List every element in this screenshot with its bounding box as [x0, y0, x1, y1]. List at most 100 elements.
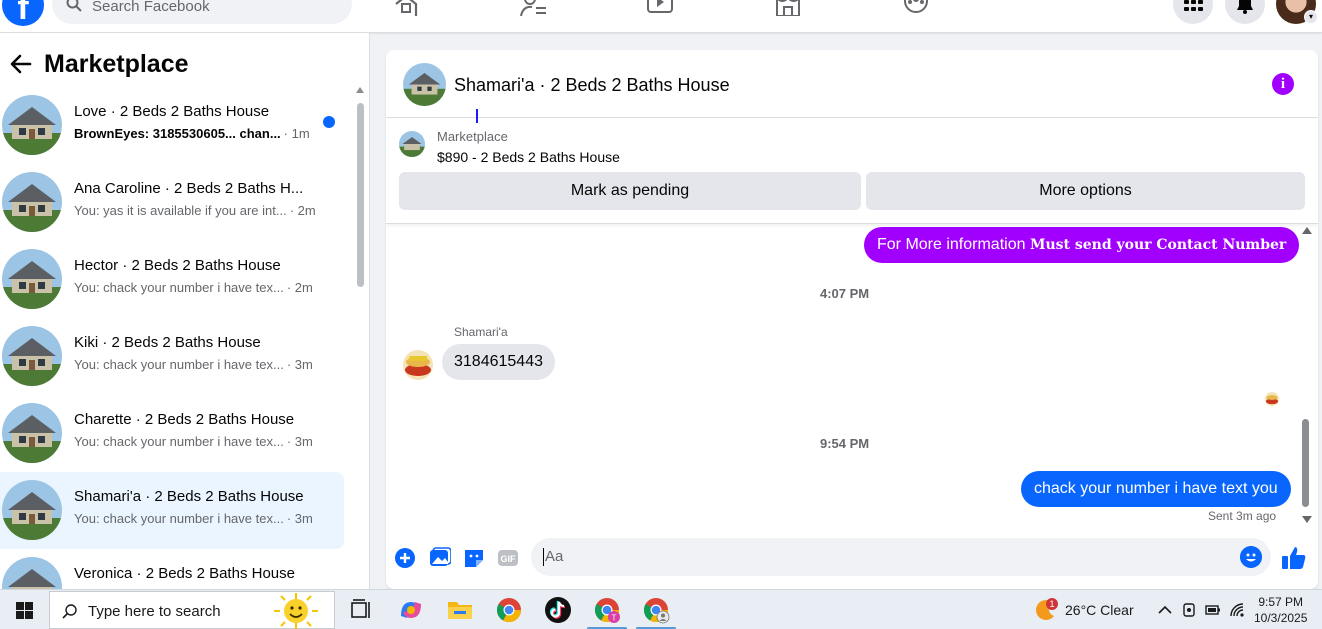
home-icon[interactable] — [392, 0, 420, 16]
conversation-item[interactable]: Veronica · 2 Beds 2 Baths House — [0, 549, 344, 589]
scrollbar-thumb[interactable] — [357, 103, 364, 287]
sticker-icon[interactable] — [463, 547, 485, 569]
file-explorer-icon[interactable] — [446, 596, 474, 624]
marketplace-icon[interactable] — [774, 0, 802, 17]
message-input-placeholder: Aa — [545, 548, 564, 565]
weather-text[interactable]: 26°C Clear — [1065, 602, 1134, 618]
sent-status: Sent 3m ago — [1208, 509, 1277, 523]
message-timestamp: 4:07 PM — [820, 286, 870, 301]
preview-time: · 3m — [286, 357, 313, 372]
chrome-icon[interactable] — [495, 596, 523, 624]
conversation-name: Shamari'a · 2 Beds 2 Baths House — [74, 488, 304, 505]
chrome-icon: T — [594, 598, 620, 623]
outgoing-message[interactable]: For More information Must send your Cont… — [864, 227, 1300, 263]
more-options-button[interactable]: More options — [866, 172, 1305, 210]
conversation-name: Charette · 2 Beds 2 Baths House — [74, 411, 295, 428]
copilot-icon[interactable] — [397, 596, 425, 624]
house-photo — [2, 172, 62, 232]
conversation-item[interactable]: Love · 2 Beds 2 Baths House BrownEyes: 31… — [0, 87, 344, 164]
sender-avatar[interactable] — [403, 350, 433, 380]
windows-taskbar: Type here to search T 1 26°C Clear 9:57 … — [0, 589, 1322, 629]
scroll-up-icon[interactable] — [1302, 227, 1312, 234]
taskbar-search-box[interactable]: Type here to search — [49, 591, 335, 629]
conversation-item[interactable]: Hector · 2 Beds 2 Baths House You: chack … — [0, 241, 344, 318]
conversation-item[interactable]: Shamari'a · 2 Beds 2 Baths House You: cha… — [0, 472, 344, 549]
conversation-item[interactable]: Kiki · 2 Beds 2 Baths House You: chack yo… — [0, 318, 344, 395]
house-photo — [403, 63, 446, 106]
chat-scrollbar[interactable] — [1300, 227, 1312, 523]
unread-indicator — [323, 116, 335, 128]
mark-as-pending-button[interactable]: Mark as pending — [399, 172, 861, 210]
back-arrow-icon[interactable] — [8, 51, 34, 77]
sidebar-header: Marketplace — [8, 47, 189, 81]
meet-now-icon[interactable] — [1181, 602, 1197, 618]
grid-icon — [1184, 0, 1203, 11]
friends-icon[interactable] — [519, 0, 547, 17]
preview-text: BrownEyes: 3185530605... chan... — [74, 126, 281, 141]
message-bold-text: Must send your Contact Number — [1029, 237, 1287, 253]
incoming-message[interactable]: 3184615443 — [442, 344, 555, 380]
groups-icon[interactable] — [902, 0, 930, 16]
emoji-icon[interactable] — [1240, 546, 1262, 568]
video-icon[interactable] — [646, 0, 674, 16]
gif-icon[interactable]: GIF — [497, 547, 519, 569]
battery-icon[interactable] — [1205, 602, 1221, 618]
scroll-down-icon[interactable] — [1302, 516, 1312, 523]
conversation-name: Love · 2 Beds 2 Baths House — [74, 103, 270, 120]
system-clock[interactable]: 9:57 PM 10/3/2025 — [1254, 594, 1307, 626]
preview-text: You: yas it is available if you are int.… — [74, 203, 287, 218]
scroll-up-icon[interactable] — [356, 87, 364, 93]
conversation-preview: You: chack your number i have tex... · 2m — [74, 280, 329, 295]
preview-time: · 3m — [286, 434, 313, 449]
wifi-icon[interactable] — [1229, 602, 1245, 618]
conversation-preview: You: chack your number i have tex... · 3m — [74, 511, 329, 526]
task-view-icon[interactable] — [347, 596, 375, 624]
chrome-profile-2-taskbar-button[interactable] — [636, 596, 676, 629]
chat-avatar[interactable] — [403, 63, 446, 106]
preview-time: · 2m — [289, 203, 316, 218]
conversation-name: Veronica · 2 Beds 2 Baths House — [74, 565, 295, 582]
conversation-name: Ana Caroline · 2 Beds 2 Baths H... — [74, 180, 304, 197]
bell-icon — [1237, 0, 1253, 14]
taskbar-search-input[interactable]: Type here to search — [88, 603, 221, 620]
chevron-down-icon: ▾ — [1304, 10, 1318, 24]
facebook-logo-icon[interactable]: f — [2, 0, 44, 27]
conversation-item[interactable]: Ana Caroline · 2 Beds 2 Baths H... You: y… — [0, 164, 344, 241]
scrollbar-thumb[interactable] — [1302, 419, 1309, 507]
chrome-profile-1-taskbar-button[interactable]: T — [587, 596, 627, 629]
search-icon — [66, 0, 82, 12]
conversation-avatar — [2, 403, 62, 463]
food-photo — [403, 350, 433, 380]
profile-avatar[interactable]: ▾ — [1276, 0, 1318, 24]
photo-icon[interactable] — [429, 547, 451, 569]
like-thumb-icon[interactable] — [1281, 545, 1307, 571]
text-cursor — [543, 548, 544, 566]
clock-date: 10/3/2025 — [1254, 611, 1308, 625]
chat-title[interactable]: Shamari'a · 2 Beds 2 Baths House — [454, 75, 730, 96]
notifications-button[interactable] — [1225, 0, 1265, 24]
menu-grid-button[interactable] — [1173, 0, 1213, 24]
listing-thumbnail[interactable] — [399, 131, 425, 157]
tiktok-icon[interactable] — [544, 596, 572, 624]
listing-title[interactable]: $890 - 2 Beds 2 Baths House — [437, 149, 620, 165]
chat-header: Shamari'a · 2 Beds 2 Baths House i — [386, 50, 1318, 123]
svg-text:GIF: GIF — [501, 554, 517, 564]
svg-text:T: T — [612, 614, 617, 623]
search-box[interactable]: Search Facebook — [52, 0, 352, 24]
search-input[interactable]: Search Facebook — [92, 0, 210, 15]
conversation-preview: BrownEyes: 3185530605... chan... · 1m — [74, 126, 329, 141]
conversation-preview: You: chack your number i have tex... · 3m — [74, 357, 329, 372]
message-input[interactable]: Aa — [531, 538, 1271, 576]
info-icon[interactable]: i — [1272, 73, 1294, 95]
listing-card: Marketplace $890 - 2 Beds 2 Baths House … — [386, 119, 1318, 224]
outgoing-message[interactable]: chack your number i have text you — [1021, 471, 1291, 507]
sender-name: Shamari'a — [454, 325, 508, 339]
conversation-item[interactable]: Charette · 2 Beds 2 Baths House You: chac… — [0, 395, 344, 472]
chevron-up-icon[interactable] — [1157, 602, 1173, 618]
conversation-avatar — [2, 249, 62, 309]
food-photo — [1265, 392, 1279, 406]
house-photo — [399, 131, 425, 157]
windows-start-icon[interactable] — [16, 602, 33, 619]
plus-circle-icon[interactable] — [394, 547, 416, 569]
sidebar-scrollbar[interactable] — [355, 87, 365, 587]
